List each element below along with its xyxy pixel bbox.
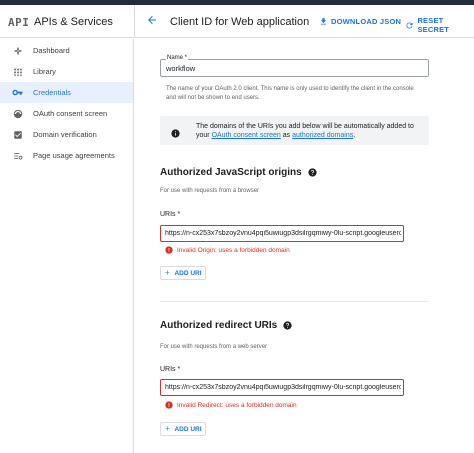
sidebar-item-label: OAuth consent screen [33, 109, 108, 118]
sidebar-item-credentials[interactable]: Credentials [0, 82, 133, 103]
name-hint: The name of your OAuth 2.0 client. This … [166, 86, 414, 101]
js-origins-heading: Authorized JavaScript origins [160, 167, 317, 178]
download-json-label: DOWNLOAD JSON [331, 16, 402, 26]
authorized-domains-link[interactable]: authorized domains [292, 132, 353, 139]
refresh-icon [405, 20, 414, 30]
redirect-uris-title: Authorized redirect URIs [160, 320, 278, 331]
info-text-mid: as [280, 132, 293, 139]
redirect-uri-error-text: Invalid Redirect: uses a forbidden domai… [177, 401, 297, 409]
js-origins-subtitle: For use with requests from a browser [160, 188, 260, 194]
back-arrow-icon[interactable] [143, 12, 161, 30]
redirect-uri-error: Invalid Redirect: uses a forbidden domai… [165, 401, 297, 409]
plus-icon [164, 425, 171, 434]
add-redirect-uri-button[interactable]: ADD URI [160, 422, 206, 436]
sidebar-item-library[interactable]: Library [0, 61, 133, 82]
section-divider [160, 301, 429, 302]
dashboard-icon [12, 45, 23, 56]
sidebar-item-label: Library [33, 67, 56, 76]
page-title: Client ID for Web application [170, 16, 310, 28]
js-origin-error: Invalid Origin: uses a forbidden domain [165, 246, 290, 254]
oauth-consent-screen-link[interactable]: OAuth consent screen [212, 132, 281, 139]
sidebar-item-label: Page usage agreements [33, 151, 115, 160]
redirect-uris-subtitle: For use with requests from a web server [160, 344, 268, 350]
settings-list-icon [12, 150, 23, 161]
name-field-label: Name * [166, 55, 189, 61]
header-divider [134, 5, 135, 38]
add-uri-label: ADD URI [174, 269, 202, 277]
js-origins-title: Authorized JavaScript origins [160, 167, 302, 178]
api-logo: API [8, 16, 30, 29]
info-banner: The domains of the URIs you add below wi… [160, 116, 429, 145]
js-origin-uri-field[interactable] [160, 225, 404, 242]
download-json-button[interactable]: DOWNLOAD JSON [318, 16, 401, 26]
reset-secret-button[interactable]: RESET SECRET [405, 16, 474, 34]
download-icon [318, 16, 328, 26]
consent-icon [12, 108, 23, 119]
library-icon [12, 66, 23, 77]
info-text: The domains of the URIs you add below wi… [196, 122, 421, 140]
checkbox-icon [12, 129, 23, 140]
redirect-uris-label: URIs * [160, 366, 181, 373]
app-title: APIs & Services [34, 16, 113, 28]
sidebar-item-domain-verification[interactable]: Domain verification [0, 124, 133, 145]
name-input[interactable] [166, 64, 421, 73]
redirect-uri-field[interactable] [160, 379, 404, 396]
info-icon [171, 125, 180, 138]
info-text-after: . [353, 132, 356, 139]
add-js-origin-uri-button[interactable]: ADD URI [160, 266, 206, 280]
add-uri-label: ADD URI [174, 425, 202, 433]
sidebar-item-page-usage[interactable]: Page usage agreements [0, 145, 133, 166]
help-icon[interactable] [283, 321, 292, 330]
sidebar-item-label: Dashboard [33, 46, 70, 55]
sidebar: Dashboard Library Credentials OAuth cons… [0, 39, 134, 453]
sidebar-item-dashboard[interactable]: Dashboard [0, 40, 133, 61]
help-icon[interactable] [308, 168, 317, 177]
error-icon [165, 401, 173, 409]
sidebar-item-oauth-consent[interactable]: OAuth consent screen [0, 103, 133, 124]
reset-secret-label: RESET SECRET [417, 16, 450, 34]
app-header: API APIs & Services Client ID for Web ap… [0, 5, 474, 38]
js-origin-error-text: Invalid Origin: uses a forbidden domain [177, 246, 290, 254]
sidebar-item-label: Domain verification [33, 130, 97, 139]
js-origin-uri-input[interactable] [165, 230, 401, 237]
plus-icon [164, 269, 171, 278]
error-icon [165, 246, 173, 254]
key-icon [12, 87, 23, 98]
sidebar-item-label: Credentials [33, 88, 71, 97]
redirect-uri-input[interactable] [165, 384, 401, 391]
redirect-uris-heading: Authorized redirect URIs [160, 320, 292, 331]
name-field[interactable]: Name * [160, 55, 429, 77]
js-origins-uris-label: URIs * [160, 211, 181, 218]
